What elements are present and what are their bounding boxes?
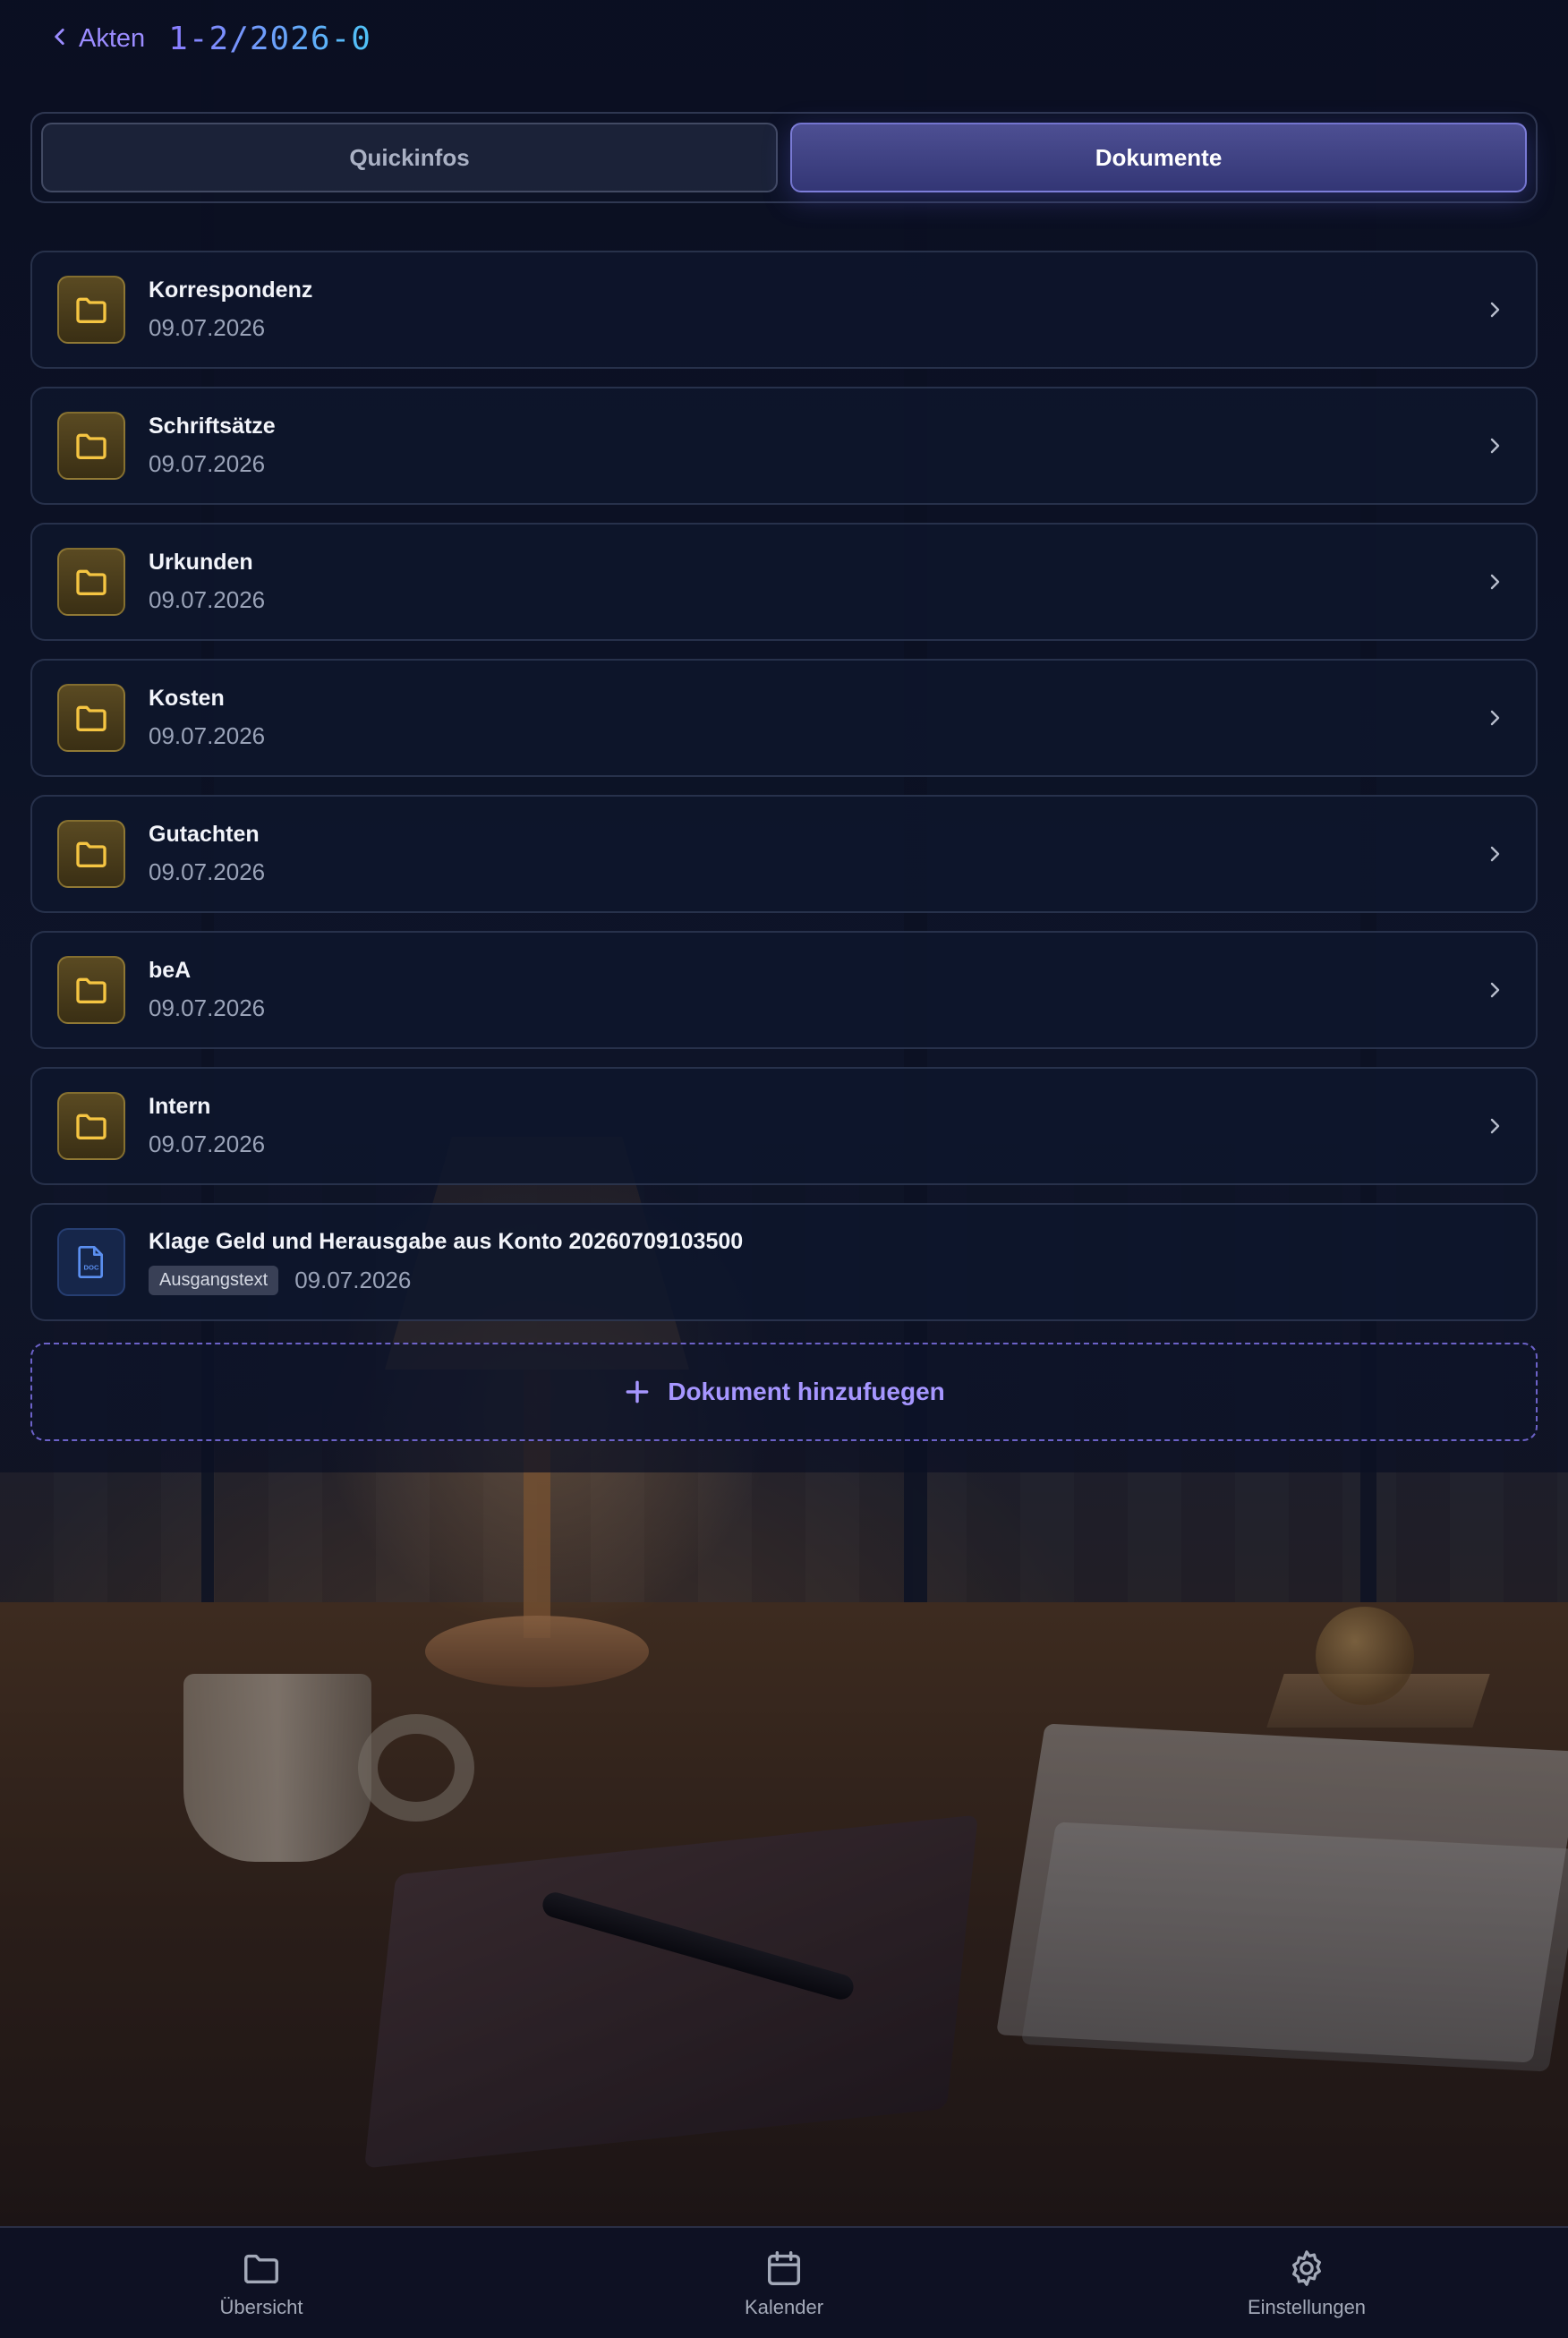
nav-uebersicht[interactable]: Übersicht: [127, 2248, 396, 2319]
folder-row-korrespondenz[interactable]: Korrespondenz 09.07.2026: [30, 251, 1538, 369]
back-label: Akten: [79, 23, 146, 53]
chevron-right-icon: [1490, 302, 1500, 318]
folder-date: 09.07.2026: [149, 450, 266, 477]
folder-icon: [57, 548, 125, 616]
gear-icon: [1291, 2249, 1322, 2286]
chevron-right-icon: [1490, 574, 1500, 590]
document-row[interactable]: DOC Klage Geld und Herausgabe aus Konto …: [30, 1203, 1538, 1321]
folder-date: 09.07.2026: [149, 994, 266, 1021]
folder-name: Kosten: [149, 686, 225, 711]
folder-date: 09.07.2026: [149, 722, 266, 749]
chevron-right-icon: [1490, 1118, 1500, 1134]
bottom-navigation: Übersicht Kalender Einstellungen: [0, 2226, 1568, 2338]
folder-row-intern[interactable]: Intern 09.07.2026: [30, 1067, 1538, 1185]
folder-name: Schriftsätze: [149, 414, 276, 439]
add-document-button[interactable]: Dokument hinzufuegen: [30, 1343, 1538, 1441]
nav-einstellungen[interactable]: Einstellungen: [1172, 2248, 1441, 2319]
folder-icon: [57, 820, 125, 888]
chevron-right-icon: [1490, 982, 1500, 998]
nav-label: Kalender: [744, 2295, 824, 2318]
calendar-icon: [767, 2250, 801, 2285]
nav-label: Einstellungen: [1247, 2295, 1367, 2318]
folder-name: Gutachten: [149, 822, 260, 847]
chevron-right-icon: [1490, 710, 1500, 726]
document-list: Korrespondenz 09.07.2026 Schriftsätze 09…: [30, 251, 1538, 1339]
chevron-right-icon: [1490, 846, 1500, 862]
plus-icon: [626, 1380, 649, 1404]
folder-row-schriftsaetze[interactable]: Schriftsätze 09.07.2026: [30, 387, 1538, 505]
tab-dokumente[interactable]: Dokumente: [790, 123, 1527, 192]
folder-icon: [57, 276, 125, 344]
folder-name: Korrespondenz: [149, 277, 313, 303]
nav-kalender[interactable]: Kalender: [650, 2248, 918, 2319]
folder-date: 09.07.2026: [149, 1131, 266, 1157]
chevron-right-icon: [1490, 438, 1500, 454]
add-document-label: Dokument hinzufuegen: [668, 1378, 945, 1405]
folder-icon: [57, 684, 125, 752]
folder-row-kosten[interactable]: Kosten 09.07.2026: [30, 659, 1538, 777]
folder-row-gutachten[interactable]: Gutachten 09.07.2026: [30, 795, 1538, 913]
folder-date: 09.07.2026: [149, 858, 266, 885]
folder-name: Intern: [149, 1094, 211, 1119]
folder-row-urkunden[interactable]: Urkunden 09.07.2026: [30, 523, 1538, 641]
document-date: 09.07.2026: [294, 1267, 412, 1293]
folder-icon: [57, 412, 125, 480]
folder-row-bea[interactable]: beA 09.07.2026: [30, 931, 1538, 1049]
tab-bar: Quickinfos Dokumente: [30, 112, 1538, 203]
folder-date: 09.07.2026: [149, 586, 266, 613]
document-name: Klage Geld und Herausgabe aus Konto 2026…: [149, 1229, 744, 1254]
top-bar: Akten 1-2/2026-0: [0, 0, 1568, 77]
folder-name: Urkunden: [149, 550, 253, 575]
tab-quickinfos[interactable]: Quickinfos: [41, 123, 778, 192]
app-screen: Akten 1-2/2026-0 Quickinfos Dokumente Ko…: [0, 0, 1568, 2338]
folder-icon: [244, 2254, 278, 2283]
chevron-left-icon: [48, 25, 72, 53]
folder-name: beA: [149, 958, 192, 983]
document-type-badge: Ausgangstext: [149, 1266, 279, 1295]
folder-icon: [57, 1092, 125, 1160]
folder-icon: [57, 956, 125, 1024]
nav-label: Übersicht: [219, 2295, 303, 2318]
case-number-title: 1-2/2026-0: [168, 20, 371, 57]
back-button[interactable]: Akten: [48, 24, 145, 54]
folder-date: 09.07.2026: [149, 314, 266, 341]
doc-file-icon: DOC: [57, 1228, 125, 1296]
svg-text:DOC: DOC: [83, 1263, 98, 1271]
